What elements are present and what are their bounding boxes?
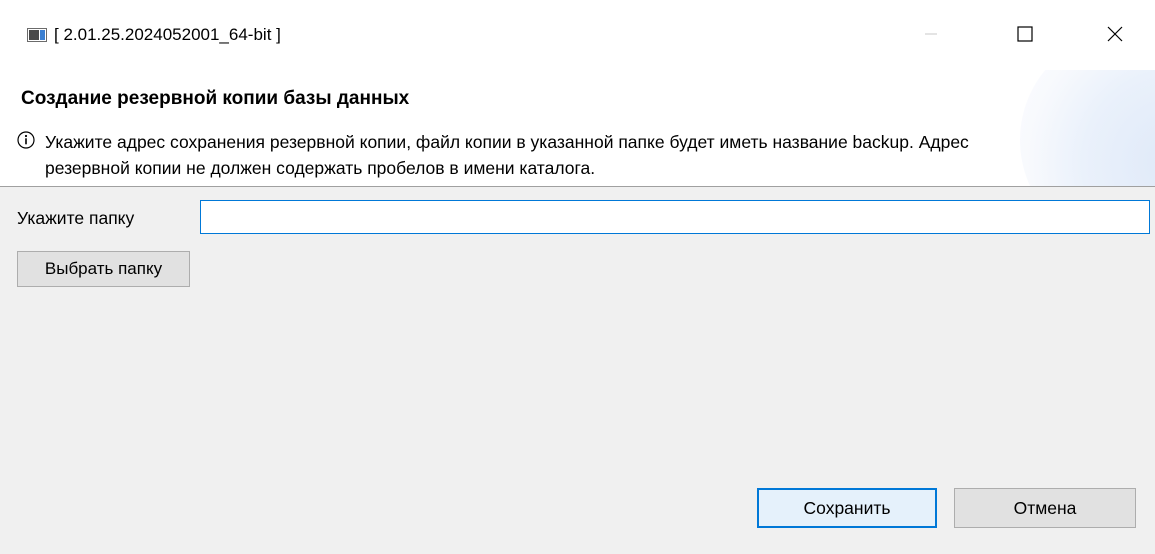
backup-dialog: [ 2.01.25.2024052001_64-bit ] Создание р…	[0, 0, 1155, 554]
description-text: Укажите адрес сохранения резервной копии…	[45, 132, 969, 178]
minimize-button[interactable]	[908, 10, 954, 58]
minimize-icon	[924, 27, 938, 41]
title-bar[interactable]: [ 2.01.25.2024052001_64-bit ]	[0, 0, 1155, 70]
maximize-icon	[1017, 26, 1033, 42]
maximize-button[interactable]	[1002, 10, 1048, 58]
cancel-button[interactable]: Отмена	[954, 488, 1136, 528]
choose-folder-button[interactable]: Выбрать папку	[17, 251, 190, 287]
folder-label: Укажите папку	[17, 208, 135, 228]
save-button[interactable]: Сохранить	[757, 488, 937, 528]
info-icon	[17, 131, 35, 149]
page-title: Создание резервной копии базы данных	[21, 88, 410, 109]
window-title: [ 2.01.25.2024052001_64-bit ]	[54, 25, 281, 44]
close-icon	[1107, 26, 1123, 42]
header-banner: Создание резервной копии базы данных Ука…	[0, 70, 1155, 187]
close-button[interactable]	[1092, 10, 1138, 58]
app-icon	[27, 28, 47, 42]
folder-input[interactable]	[200, 200, 1150, 234]
